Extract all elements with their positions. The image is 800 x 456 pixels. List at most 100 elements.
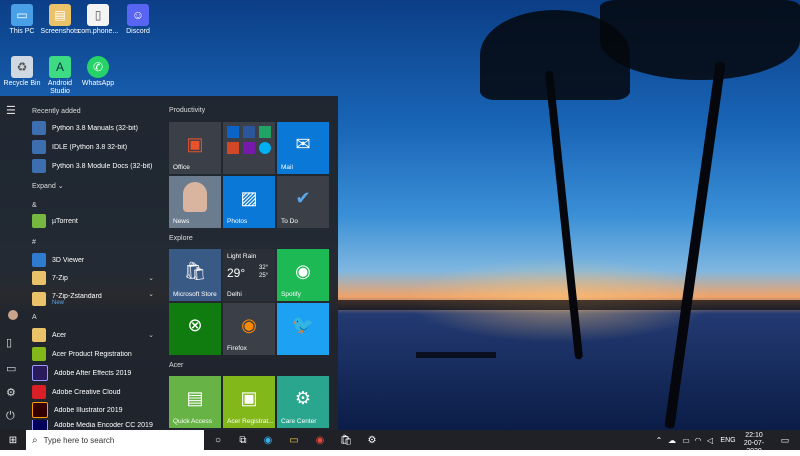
app-acer-product-registration[interactable]: Acer Product Registration <box>32 346 162 362</box>
python-doc-icon <box>32 121 46 135</box>
section-hash: # <box>32 239 36 246</box>
quick-access-icon: ▤ <box>186 388 204 408</box>
desktop-icon-whatsapp[interactable]: ✆ WhatsApp <box>76 56 120 88</box>
app-list: Recently added Python 3.8 Manuals (32-bi… <box>28 96 164 430</box>
python-idle-icon <box>32 140 46 154</box>
office-icon: ▣ <box>186 134 204 154</box>
app-7zip[interactable]: 7-Zip ⌄ <box>32 270 162 286</box>
notifications-icon[interactable]: ▭ <box>778 432 792 448</box>
powerpoint-icon <box>227 142 239 154</box>
acer-registration-icon <box>32 347 46 361</box>
cloud-icon[interactable]: ☁ <box>666 432 678 448</box>
desktop-icon-discord[interactable]: ☺ Discord <box>116 4 160 36</box>
app-utorrent[interactable]: µTorrent <box>32 213 162 229</box>
tile-acer-registration[interactable]: ▣ Acer Registrat... <box>223 376 275 428</box>
tile-microsoft-store[interactable]: 🛍 Microsoft Store <box>169 249 221 301</box>
settings-icon[interactable]: ⚙ <box>6 386 16 399</box>
search-box[interactable]: ⌕ Type here to search <box>26 430 204 450</box>
new-badge: New <box>52 299 65 306</box>
tile-office-apps[interactable] <box>223 122 275 174</box>
tile-todo[interactable]: ✔ To Do <box>277 176 329 228</box>
tile-office[interactable]: ▣ Office <box>169 122 221 174</box>
chevron-up-icon[interactable]: ⌃ <box>654 432 664 448</box>
tile-spotify[interactable]: ◉ Spotify <box>277 249 329 301</box>
weather-condition: Light Rain <box>227 253 257 260</box>
twitter-icon: 🐦 <box>291 315 315 335</box>
file-explorer-icon[interactable]: ▭ <box>286 432 302 448</box>
group-productivity: Productivity <box>169 107 206 114</box>
pictures-icon[interactable]: ▭ <box>6 362 16 375</box>
chevron-down-icon: ⌄ <box>148 291 154 298</box>
file-icon: ▯ <box>87 4 109 26</box>
recently-added-header: Recently added <box>32 108 81 115</box>
wifi-icon[interactable]: ◠ <box>692 432 704 448</box>
taskbar: ⊞ ⌕ Type here to search ○ ⧉ ◉ ▭ ◉ 🛍 ⚙ ⌃ … <box>0 430 800 455</box>
tile-news[interactable]: News <box>169 176 221 228</box>
battery-icon[interactable]: ▭ <box>680 432 692 448</box>
clock-time: 22:10 <box>745 432 763 439</box>
horizon-land <box>338 300 800 310</box>
this-pc-icon: ▭ <box>11 4 33 26</box>
tile-twitter[interactable]: 🐦 <box>277 303 329 355</box>
app-after-effects[interactable]: Adobe After Effects 2019 <box>32 365 162 381</box>
desktop-icon-label: com.phone... <box>77 28 119 35</box>
app-media-encoder[interactable]: Adobe Media Encoder CC 2019 <box>32 420 162 430</box>
app-3d-viewer[interactable]: 3D Viewer <box>32 252 162 268</box>
desktop-icon-com-phone[interactable]: ▯ com.phone... <box>76 4 120 36</box>
chrome-icon[interactable]: ◉ <box>312 432 328 448</box>
app-acer[interactable]: Acer ⌄ <box>32 327 162 343</box>
search-placeholder: Type here to search <box>43 435 115 445</box>
tile-quick-access[interactable]: ▤ Quick Access <box>169 376 221 428</box>
onenote-icon <box>243 142 255 154</box>
app-python-module-docs[interactable]: Python 3.8 Module Docs (32-bit) <box>32 158 162 174</box>
firefox-icon: ◉ <box>241 315 257 335</box>
excel-icon <box>259 126 271 138</box>
palm-trunk-right <box>664 61 726 429</box>
language-indicator[interactable]: ENG <box>718 432 738 448</box>
task-view-icon[interactable]: ⧉ <box>235 432 251 448</box>
illustrator-icon <box>32 402 48 418</box>
palm-fronds-right <box>600 0 800 80</box>
tile-mail[interactable]: ✉ Mail <box>277 122 329 174</box>
hamburger-icon[interactable]: ☰ <box>6 104 16 117</box>
whatsapp-icon: ✆ <box>87 56 109 78</box>
cortana-icon[interactable]: ○ <box>210 432 226 448</box>
care-center-icon: ⚙ <box>294 388 312 408</box>
documents-icon[interactable]: ▯ <box>6 336 12 349</box>
news-photo <box>183 182 207 212</box>
tile-weather[interactable]: Light Rain 29° 32° 25° Delhi <box>223 249 275 301</box>
app-python-idle[interactable]: IDLE (Python 3.8 32-bit) <box>32 139 162 155</box>
volume-icon[interactable]: ◁ <box>704 432 716 448</box>
chevron-down-icon: ⌄ <box>148 332 154 339</box>
app-python-manuals[interactable]: Python 3.8 Manuals (32-bit) <box>32 120 162 136</box>
edge-icon[interactable]: ◉ <box>260 432 276 448</box>
discord-icon: ☺ <box>127 4 149 26</box>
3d-viewer-icon <box>32 253 46 267</box>
app-7zip-zstandard[interactable]: 7-Zip-Zstandard New ⌄ <box>32 288 162 310</box>
search-icon: ⌕ <box>32 434 38 446</box>
section-a: A <box>32 314 37 321</box>
app-creative-cloud[interactable]: Adobe Creative Cloud <box>32 384 162 400</box>
acer-registration-icon: ▣ <box>240 388 258 408</box>
power-icon[interactable]: ⏻ <box>6 410 15 423</box>
chevron-down-icon: ⌄ <box>148 275 154 282</box>
expand-link[interactable]: Expand ⌄ <box>32 182 64 190</box>
pier <box>416 352 496 358</box>
group-explore: Explore <box>169 235 193 242</box>
mail-icon: ✉ <box>295 134 311 154</box>
recycle-bin-icon: ♻ <box>11 56 33 78</box>
store-icon: 🛍 <box>183 261 207 281</box>
start-button[interactable]: ⊞ <box>4 432 22 448</box>
tile-photos[interactable]: ▨ Photos <box>223 176 275 228</box>
store-icon[interactable]: 🛍 <box>338 432 354 448</box>
tile-care-center[interactable]: ⚙ Care Center <box>277 376 329 428</box>
user-avatar-icon[interactable] <box>8 310 18 320</box>
start-rail: ☰ ▯ ▭ ⚙ ⏻ <box>0 96 26 430</box>
clock[interactable]: 22:10 20-07-2020 <box>738 432 770 456</box>
todo-icon: ✔ <box>295 188 311 208</box>
app-illustrator[interactable]: Adobe Illustrator 2019 <box>32 402 162 418</box>
tile-xbox[interactable]: ⊗ <box>169 303 221 355</box>
settings-icon[interactable]: ⚙ <box>364 432 380 448</box>
folder-icon: ▤ <box>49 4 71 26</box>
tile-firefox[interactable]: ◉ Firefox <box>223 303 275 355</box>
